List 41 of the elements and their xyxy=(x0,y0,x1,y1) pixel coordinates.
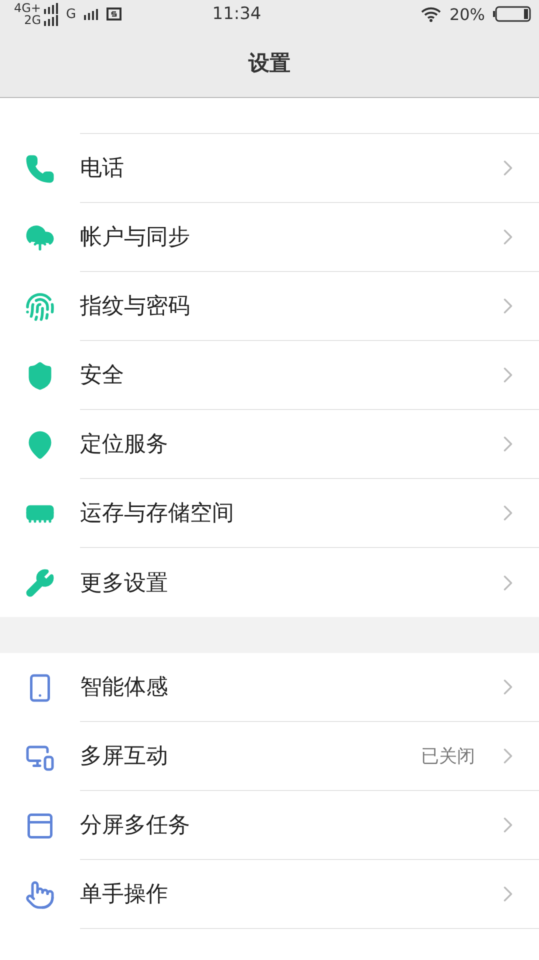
fingerprint-icon xyxy=(25,292,55,322)
row-label: 多屏互动 xyxy=(80,743,169,771)
pointer-hand-icon xyxy=(25,880,55,910)
settings-row[interactable]: 定位服务 xyxy=(0,410,539,479)
settings-row[interactable]: 更多设置 xyxy=(0,548,539,617)
settings-row[interactable]: 分屏多任务 xyxy=(0,791,539,860)
signal-icon xyxy=(84,8,98,20)
settings-row[interactable]: 电话 xyxy=(0,134,539,203)
split-screen-icon xyxy=(25,810,55,840)
settings-row[interactable]: 单手操作 xyxy=(0,860,539,929)
signal-icon xyxy=(44,2,58,14)
row-label: 智能体感 xyxy=(80,674,169,702)
row-label: 电话 xyxy=(80,155,125,183)
cloud-icon xyxy=(25,222,55,252)
settings-row[interactable]: 帐户与同步 xyxy=(0,203,539,272)
row-label: 单手操作 xyxy=(80,881,169,909)
settings-row[interactable]: 指纹与密码 xyxy=(0,272,539,341)
row-label: 帐户与同步 xyxy=(80,224,191,252)
network-label: 2G xyxy=(24,14,41,26)
row-value: 已关闭 xyxy=(421,745,475,768)
clock-time: 11:34 xyxy=(211,4,262,24)
settings-row[interactable]: 多屏互动 已关闭 xyxy=(0,722,539,791)
battery-percent: 20% xyxy=(449,4,485,24)
page-title: 设置 xyxy=(248,50,290,76)
signal-icon xyxy=(44,14,58,26)
settings-row[interactable]: 智能体感 xyxy=(0,653,539,722)
network-label: 4G+ xyxy=(14,2,41,14)
network-label: G xyxy=(66,6,76,22)
row-label: 定位服务 xyxy=(80,431,169,459)
row-label: 运存与存储空间 xyxy=(80,500,235,528)
screenshot-icon xyxy=(106,6,122,22)
battery-icon xyxy=(493,6,531,22)
row-label: 指纹与密码 xyxy=(80,293,191,321)
wifi-icon xyxy=(421,6,442,22)
row-label: 安全 xyxy=(80,362,125,390)
row-label: 更多设置 xyxy=(80,570,169,598)
settings-row[interactable]: 运存与存储空间 xyxy=(0,479,539,548)
row-label: 分屏多任务 xyxy=(80,812,191,840)
wrench-icon xyxy=(25,568,55,598)
settings-row[interactable]: 安全 xyxy=(0,341,539,410)
phone-icon xyxy=(25,154,55,184)
